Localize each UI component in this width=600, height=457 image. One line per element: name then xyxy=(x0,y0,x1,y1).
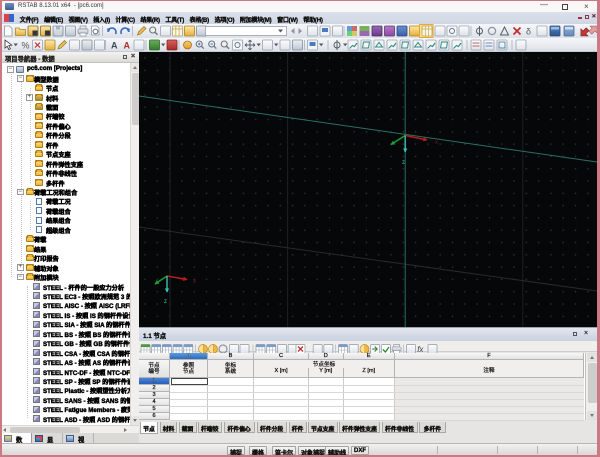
svg-text:x: x xyxy=(435,140,438,146)
svg-text:%: % xyxy=(22,41,30,51)
svg-text:x: x xyxy=(193,279,196,285)
svg-text:z: z xyxy=(164,299,167,305)
svg-text:A: A xyxy=(124,41,131,51)
svg-text:z: z xyxy=(402,160,405,166)
svg-text:δ: δ xyxy=(526,27,531,37)
svg-text:A: A xyxy=(111,41,118,51)
